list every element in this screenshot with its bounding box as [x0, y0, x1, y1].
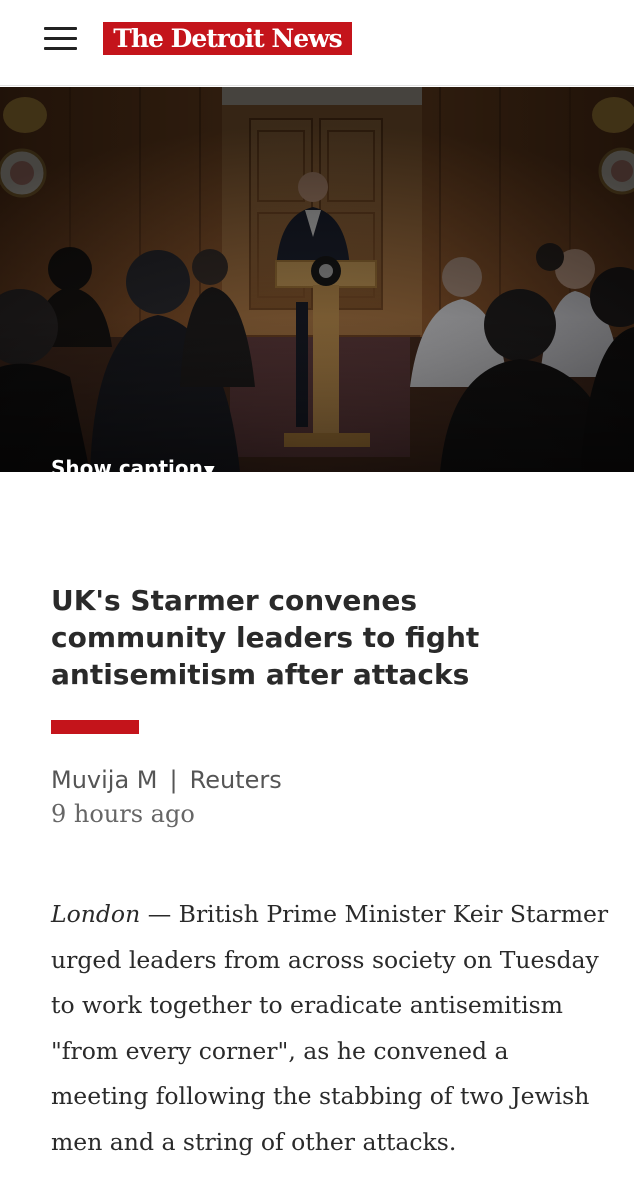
hamburger-menu-icon[interactable] — [44, 26, 78, 52]
source-name: Reuters — [189, 766, 282, 794]
site-logo[interactable]: The Detroit News — [103, 22, 352, 55]
show-caption-button[interactable]: Show caption▼ — [51, 453, 215, 472]
article-lede: London — British Prime Minister Keir Sta… — [51, 892, 611, 1165]
author-link[interactable]: Muvija M — [51, 766, 158, 794]
site-header: The Detroit News — [0, 0, 634, 86]
show-caption-label: Show caption — [51, 456, 203, 472]
publish-timestamp: 9 hours ago — [51, 800, 195, 828]
byline-separator: | — [169, 766, 178, 794]
lede-text: British Prime Minister Keir Starmer urge… — [51, 900, 609, 1156]
dateline-dash: — — [140, 900, 179, 928]
caret-down-icon: ▼ — [203, 463, 215, 472]
headline-divider — [51, 720, 139, 734]
dateline: London — [51, 900, 141, 928]
press-conference-photo — [0, 87, 634, 472]
article-headline: UK's Starmer convenes community leaders … — [51, 584, 480, 691]
hero-image: Show caption▼ — [0, 87, 634, 472]
byline: Muvija M | Reuters — [51, 763, 282, 797]
